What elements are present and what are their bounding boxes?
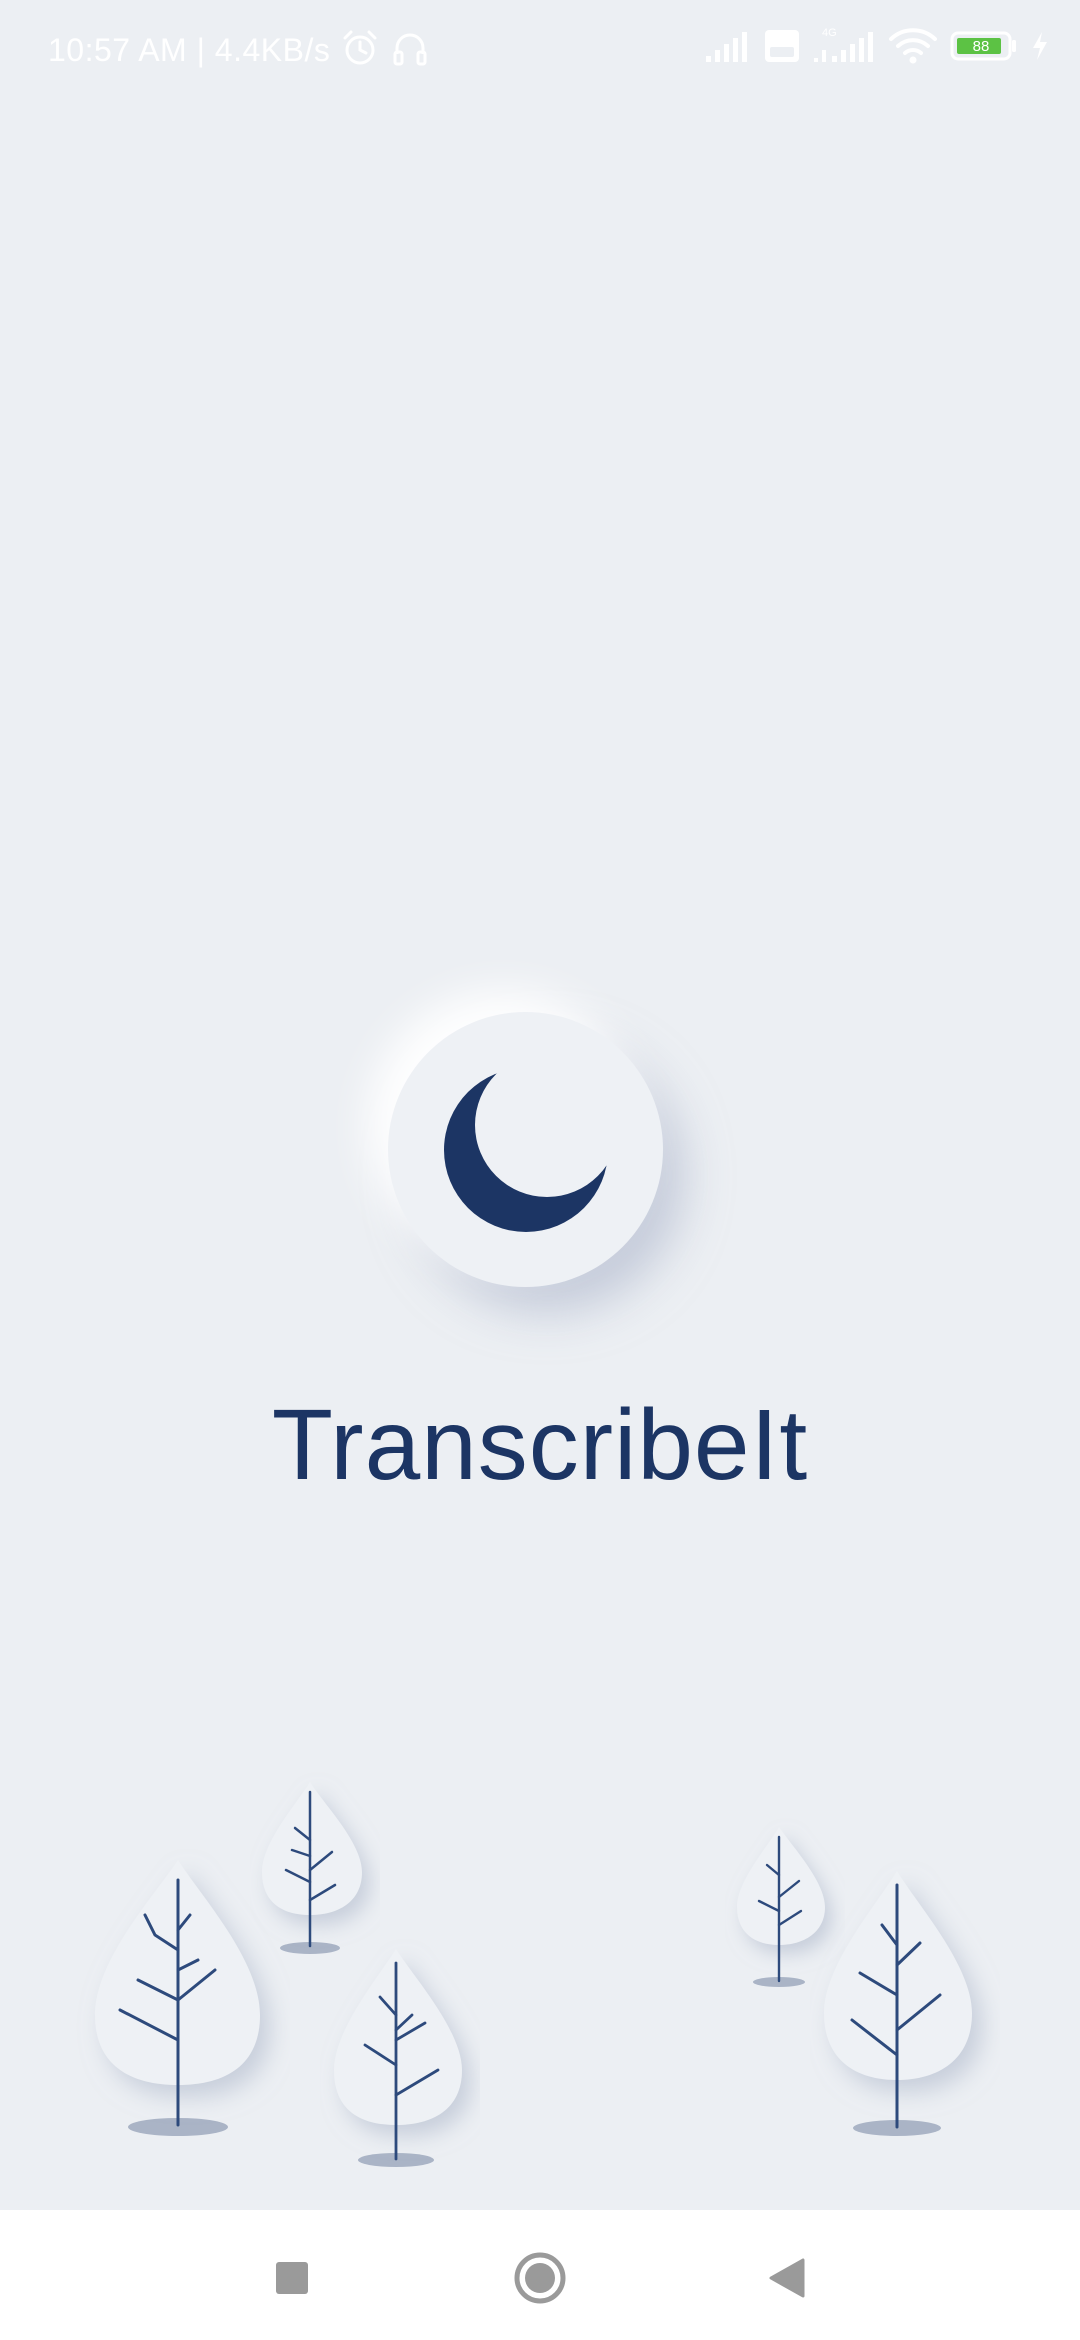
status-time: 10:57 AM | 4.4KB/s — [48, 32, 331, 68]
alarm-icon — [340, 28, 380, 73]
square-icon — [274, 2260, 310, 2301]
charging-icon — [1030, 30, 1050, 67]
triangle-back-icon — [767, 2256, 807, 2305]
tree-icon — [262, 1782, 362, 1954]
tree-icon — [334, 1949, 462, 2167]
status-bar: 10:57 AM | 4.4KB/s 4G 88 — [0, 0, 1080, 100]
home-button[interactable] — [510, 2250, 570, 2310]
tree-icon — [824, 1871, 972, 2136]
headphones-icon — [390, 28, 430, 73]
recents-button[interactable] — [262, 2250, 322, 2310]
svg-text:4G: 4G — [822, 27, 837, 39]
status-left: 10:57 AM | 4.4KB/s — [48, 26, 430, 74]
signal-4g-icon: 4G — [812, 26, 876, 71]
battery-icon: 88 — [950, 30, 1018, 67]
volte-icon — [764, 29, 800, 68]
back-button[interactable] — [757, 2250, 817, 2310]
crescent-moon-icon — [441, 1065, 611, 1240]
nav-bar — [0, 2210, 1080, 2340]
battery-level: 88 — [973, 38, 990, 55]
status-right: 4G 88 — [704, 26, 1050, 71]
circle-icon — [513, 2251, 567, 2310]
app-title: TranscribeIt — [271, 1389, 809, 1501]
signal-icon — [704, 28, 752, 69]
wifi-icon — [888, 27, 938, 70]
